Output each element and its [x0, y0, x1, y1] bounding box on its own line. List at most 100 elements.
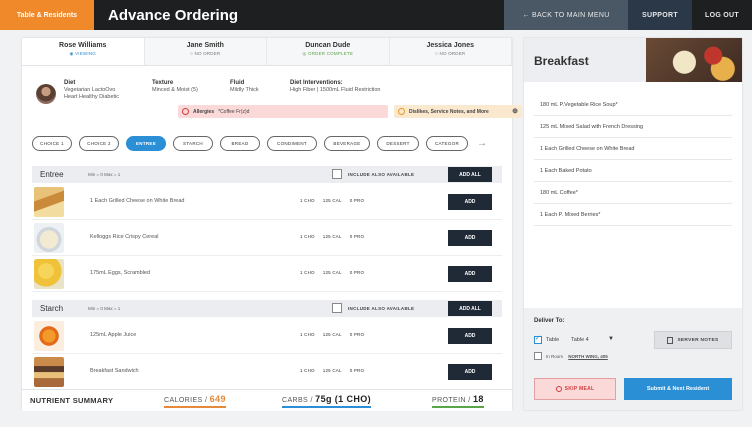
- section-name: Starch: [40, 304, 64, 313]
- table-residents-tab[interactable]: Table & Residents: [0, 0, 94, 30]
- in-room-label: In Room: [546, 354, 564, 359]
- diet-value: Vegetarian LactoOvo: [64, 87, 116, 93]
- texture-label: Texture: [152, 80, 174, 86]
- delivery-options: Deliver To: Table Table 4 ▼ In Room NORT…: [524, 308, 742, 410]
- diet-value: Heart Healthy Diabetic: [64, 94, 120, 100]
- fluid-label: Fluid: [230, 80, 245, 86]
- include-also-available-checkbox[interactable]: [332, 303, 342, 313]
- ordered-items-list: 180 mL P.Vegetable Rice Soup* 125 mL Mix…: [534, 94, 732, 226]
- resident-tab-jessica-jones[interactable]: Jessica Jones ○ NO ORDER: [389, 38, 512, 65]
- category-bread[interactable]: BREAD: [220, 135, 260, 151]
- arrow-right-icon[interactable]: →: [477, 138, 487, 149]
- menu-item-row: 1 Each Grilled Cheese on White Bread 1 C…: [32, 184, 502, 220]
- nutrient-summary: NUTRIENT SUMMARY CALORIES / 649 CARBS / …: [22, 389, 512, 411]
- section-name: Entree: [40, 170, 64, 179]
- add-item-button[interactable]: ADD: [448, 266, 492, 282]
- in-room-option: In Room NORTH WING, 405: [546, 354, 608, 359]
- resident-avatar: [36, 84, 56, 104]
- item-name: 125mL Apple Juice: [90, 332, 137, 338]
- ordered-item[interactable]: 180 mL P.Vegetable Rice Soup*: [534, 94, 732, 116]
- ordered-item[interactable]: 125 mL Mixed Salad with French Dressing: [534, 116, 732, 138]
- interventions-value: High Fiber | 1500mL Fluid Restriction: [290, 87, 381, 93]
- item-nutrition: 1 CHO 125 CAL 0 PRO: [300, 332, 364, 337]
- menu-item-row: 125mL Apple Juice 1 CHO 125 CAL 0 PRO AD…: [32, 318, 502, 354]
- table-select-value: Table 4: [571, 337, 589, 343]
- calories-value: 649: [209, 394, 226, 404]
- top-bar: Table & Residents Advance Ordering ← BAC…: [0, 0, 752, 30]
- category-starch[interactable]: STARCH: [173, 135, 213, 151]
- interventions-label: Diet Interventions:: [290, 80, 343, 86]
- menu-item-row: Kelloggs Rice Crispy Cereal 1 CHO 125 CA…: [32, 220, 502, 256]
- grilled-cheese-image: [34, 187, 64, 217]
- in-room-checkbox[interactable]: [534, 352, 542, 360]
- top-nav: ← BACK TO MAIN MENU SUPPORT LOG OUT: [504, 0, 752, 30]
- dislikes-banner[interactable]: Dislikes, Service Notes, and More ⊕: [394, 105, 522, 118]
- add-item-button[interactable]: ADD: [448, 364, 492, 380]
- category-filter: CHOICE 1 CHOICE 2 ENTREE STARCH BREAD CO…: [32, 135, 508, 151]
- add-all-button[interactable]: ADD ALL: [448, 167, 492, 182]
- resident-name: Rose Williams: [59, 42, 107, 49]
- item-cal: 125 CAL: [322, 368, 342, 373]
- item-nutrition: 1 CHO 125 CAL 0 PRO: [300, 368, 364, 373]
- resident-tab-jane-smith[interactable]: Jane Smith ○ NO ORDER: [144, 38, 267, 65]
- breakfast-sandwich-image: [34, 357, 64, 387]
- logout-button[interactable]: LOG OUT: [692, 0, 752, 30]
- category-condiment[interactable]: CONDIMENT: [267, 135, 317, 151]
- alert-icon: [182, 108, 189, 115]
- submit-next-resident-button[interactable]: Submit & Next Resident: [624, 378, 732, 400]
- meal-title: Breakfast: [534, 54, 589, 68]
- protein-value: 18: [472, 394, 484, 404]
- table-select[interactable]: Table 4 ▼: [568, 334, 616, 346]
- resident-tab-rose-williams[interactable]: Rose Williams ◉ VIEWING: [22, 38, 145, 65]
- add-item-button[interactable]: ADD: [448, 194, 492, 210]
- category-entree[interactable]: ENTREE: [126, 135, 166, 151]
- category-choice-1[interactable]: CHOICE 1: [32, 135, 72, 151]
- support-button[interactable]: SUPPORT: [628, 0, 692, 30]
- skip-icon: [555, 386, 562, 392]
- add-all-button[interactable]: ADD ALL: [448, 301, 492, 316]
- calories-summary: CALORIES / 649: [164, 394, 226, 408]
- add-item-button[interactable]: ADD: [448, 328, 492, 344]
- item-name: Kelloggs Rice Crispy Cereal: [90, 234, 159, 240]
- item-cho: 1 CHO: [300, 198, 315, 203]
- include-also-available-checkbox[interactable]: [332, 169, 342, 179]
- page-title: Advance Ordering: [108, 6, 239, 24]
- item-nutrition: 1 CHO 125 CAL 0 PRO: [300, 198, 364, 203]
- cereal-image: [34, 223, 64, 253]
- category-beverage[interactable]: BEVERAGE: [324, 135, 370, 151]
- include-also-available-label: INCLUDE ALSO AVAILABLE: [348, 306, 415, 311]
- ordered-item[interactable]: 180 mL Coffee*: [534, 182, 732, 204]
- item-cal: 125 CAL: [322, 270, 342, 275]
- expand-icon[interactable]: ⊕: [512, 107, 518, 115]
- resident-tab-duncan-dude[interactable]: Duncan Dude ◎ ORDER COMPLETE: [267, 38, 390, 65]
- document-icon: [667, 336, 674, 344]
- ordered-item[interactable]: 1 Each Baked Potato: [534, 160, 732, 182]
- resident-status: ○ NO ORDER: [190, 51, 221, 56]
- item-pro: 0 PRO: [349, 198, 365, 203]
- skip-meal-button[interactable]: SKIP MEAL: [534, 378, 616, 400]
- category-more[interactable]: CATEGOR: [426, 135, 468, 151]
- item-pro: 0 PRO: [349, 270, 365, 275]
- back-to-main-menu-button[interactable]: ← BACK TO MAIN MENU: [504, 0, 628, 30]
- section-header-starch: Starch Min = 0 Max = 1 INCLUDE ALSO AVAI…: [32, 300, 502, 317]
- table-checkbox[interactable]: [534, 334, 542, 344]
- category-dessert[interactable]: DESSERT: [377, 135, 419, 151]
- room-link[interactable]: NORTH WING, 405: [568, 354, 608, 359]
- ordered-item[interactable]: 1 Each P. Mixed Berries*: [534, 204, 732, 226]
- carbs-label: CARBS /: [282, 397, 313, 404]
- ordered-item[interactable]: 1 Each Grilled Cheese on White Bread: [534, 138, 732, 160]
- texture-value: Minced & Moist (5): [152, 87, 198, 93]
- scrambled-eggs-image: [34, 259, 64, 289]
- item-pro: 0 PRO: [349, 332, 365, 337]
- item-cho: 1 CHO: [300, 332, 315, 337]
- item-nutrition: 1 CHO 125 CAL 0 PRO: [300, 234, 364, 239]
- texture-column: Texture Minced & Moist (5): [152, 80, 198, 94]
- diet-label: Diet: [64, 80, 76, 86]
- category-choice-2[interactable]: CHOICE 2: [79, 135, 119, 151]
- item-cal: 125 CAL: [322, 198, 342, 203]
- add-item-button[interactable]: ADD: [448, 230, 492, 246]
- allergies-value: *Coffee Fr(z)d: [218, 108, 250, 115]
- order-summary-panel: Breakfast 180 mL P.Vegetable Rice Soup* …: [524, 38, 742, 410]
- allergies-banner: Allergies *Coffee Fr(z)d: [178, 105, 388, 118]
- server-notes-button[interactable]: SERVER NOTES: [654, 331, 732, 349]
